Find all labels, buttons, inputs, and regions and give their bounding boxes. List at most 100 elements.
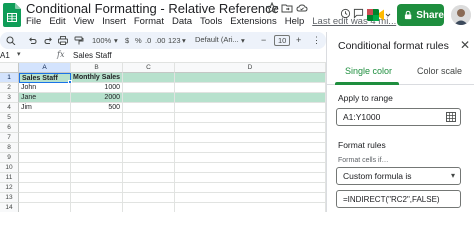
- empty-cell[interactable]: [123, 113, 175, 123]
- row-header-8[interactable]: 8: [0, 143, 19, 153]
- row-header-6[interactable]: 6: [0, 123, 19, 133]
- cell-c4[interactable]: [123, 103, 175, 113]
- font-size-increase-icon[interactable]: +: [296, 35, 301, 45]
- column-header-a[interactable]: A: [19, 63, 71, 73]
- empty-cell[interactable]: [175, 133, 326, 143]
- range-input[interactable]: A1:Y1000: [336, 108, 461, 126]
- empty-cell[interactable]: [19, 173, 71, 183]
- menu-extensions[interactable]: Extensions: [230, 16, 276, 27]
- empty-cell[interactable]: [19, 153, 71, 163]
- menu-tools[interactable]: Tools: [200, 16, 222, 27]
- undo-icon[interactable]: [28, 36, 37, 45]
- empty-cell[interactable]: [19, 123, 71, 133]
- menu-data[interactable]: Data: [172, 16, 192, 27]
- cell-b4[interactable]: 500: [71, 103, 123, 113]
- cell-a4[interactable]: Jim: [19, 103, 71, 113]
- menu-view[interactable]: View: [74, 16, 94, 27]
- empty-cell[interactable]: [175, 193, 326, 203]
- empty-cell[interactable]: [19, 143, 71, 153]
- paint-format-icon[interactable]: [74, 36, 84, 45]
- row-header-14[interactable]: 14: [0, 203, 19, 212]
- empty-cell[interactable]: [19, 163, 71, 173]
- row-header-12[interactable]: 12: [0, 183, 19, 193]
- empty-cell[interactable]: [71, 143, 123, 153]
- empty-cell[interactable]: [19, 133, 71, 143]
- move-folder-icon[interactable]: [281, 2, 293, 14]
- empty-cell[interactable]: [175, 183, 326, 193]
- search-menus-icon[interactable]: [6, 36, 16, 45]
- cell-c2[interactable]: [123, 83, 175, 93]
- empty-cell[interactable]: [71, 183, 123, 193]
- empty-cell[interactable]: [71, 153, 123, 163]
- name-box[interactable]: A1: [0, 51, 10, 60]
- cell-d1[interactable]: [175, 73, 326, 83]
- empty-cell[interactable]: [19, 113, 71, 123]
- empty-cell[interactable]: [71, 163, 123, 173]
- more-options-icon[interactable]: ⋮: [312, 35, 321, 46]
- empty-cell[interactable]: [123, 143, 175, 153]
- percent-format-button[interactable]: %: [135, 36, 142, 45]
- empty-cell[interactable]: [123, 203, 175, 212]
- empty-cell[interactable]: [175, 153, 326, 163]
- sheets-logo-icon[interactable]: [3, 3, 21, 27]
- menu-insert[interactable]: Insert: [102, 16, 126, 27]
- empty-cell[interactable]: [175, 163, 326, 173]
- empty-cell[interactable]: [123, 183, 175, 193]
- empty-cell[interactable]: [175, 143, 326, 153]
- empty-cell[interactable]: [71, 173, 123, 183]
- select-all-corner[interactable]: [0, 63, 19, 73]
- column-header-b[interactable]: B: [71, 63, 123, 73]
- cloud-status-icon[interactable]: [296, 2, 308, 14]
- zoom-select[interactable]: 100%: [92, 36, 111, 45]
- menu-edit[interactable]: Edit: [49, 16, 65, 27]
- cell-c1[interactable]: [123, 73, 175, 83]
- empty-cell[interactable]: [19, 183, 71, 193]
- formula-input[interactable]: Sales Staff: [73, 51, 112, 60]
- row-header-5[interactable]: 5: [0, 113, 19, 123]
- account-avatar[interactable]: [451, 5, 471, 25]
- row-header-7[interactable]: 7: [0, 133, 19, 143]
- cell-a2[interactable]: John: [19, 83, 71, 93]
- cell-c3[interactable]: [123, 93, 175, 103]
- empty-cell[interactable]: [175, 123, 326, 133]
- increase-decimals-button[interactable]: .00: [155, 36, 165, 45]
- empty-cell[interactable]: [175, 203, 326, 212]
- row-header-13[interactable]: 13: [0, 193, 19, 203]
- print-icon[interactable]: [58, 36, 68, 45]
- version-history-icon[interactable]: [340, 8, 351, 19]
- star-icon[interactable]: [266, 2, 278, 14]
- empty-cell[interactable]: [175, 113, 326, 123]
- cell-a1[interactable]: Sales Staff: [19, 73, 71, 83]
- custom-formula-input[interactable]: =INDIRECT("RC2",FALSE): [336, 190, 461, 208]
- cell-d4[interactable]: [175, 103, 326, 113]
- menu-help[interactable]: Help: [285, 16, 305, 27]
- empty-cell[interactable]: [71, 113, 123, 123]
- cell-d3[interactable]: [175, 93, 326, 103]
- column-header-d[interactable]: D: [175, 63, 326, 73]
- cell-b3[interactable]: 2000: [71, 93, 123, 103]
- empty-cell[interactable]: [123, 123, 175, 133]
- empty-cell[interactable]: [123, 193, 175, 203]
- column-header-c[interactable]: C: [123, 63, 175, 73]
- row-header-3[interactable]: 3: [0, 93, 19, 103]
- empty-cell[interactable]: [123, 173, 175, 183]
- empty-cell[interactable]: [19, 193, 71, 203]
- share-button[interactable]: Share: [397, 4, 444, 26]
- cell-b1[interactable]: Monthly Sales: [71, 73, 123, 83]
- row-header-10[interactable]: 10: [0, 163, 19, 173]
- currency-format-button[interactable]: $: [125, 36, 129, 45]
- select-range-icon[interactable]: [446, 112, 456, 122]
- empty-cell[interactable]: [175, 173, 326, 183]
- tab-color-scale[interactable]: Color scale: [417, 66, 462, 76]
- redo-icon[interactable]: [44, 36, 53, 45]
- menu-format[interactable]: Format: [134, 16, 164, 27]
- font-size-decrease-icon[interactable]: −: [261, 35, 266, 45]
- empty-cell[interactable]: [123, 153, 175, 163]
- close-icon[interactable]: ✕: [460, 38, 470, 52]
- meet-button[interactable]: [364, 3, 392, 27]
- empty-cell[interactable]: [71, 203, 123, 212]
- tab-single-color[interactable]: Single color: [345, 66, 392, 76]
- font-size-field[interactable]: 10: [274, 35, 291, 46]
- row-header-11[interactable]: 11: [0, 173, 19, 183]
- font-select[interactable]: Default (Ari...: [195, 35, 241, 44]
